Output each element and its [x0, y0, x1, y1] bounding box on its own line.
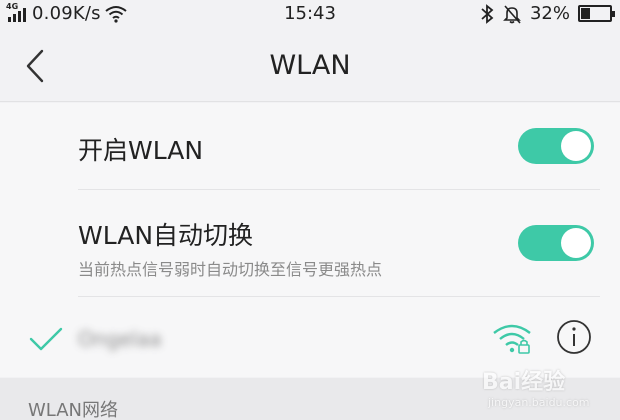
battery-percent: 32% — [529, 3, 570, 24]
status-bar: 4G 0.09K/s 15:43 32% — [0, 0, 620, 30]
battery-icon — [578, 5, 615, 22]
wlan-toggle-label: 开启WLAN — [78, 136, 204, 165]
page-title: WLAN — [269, 50, 351, 81]
auto-switch-subtitle: 当前热点信号弱时自动切换至信号更强热点 — [78, 260, 383, 279]
bluetooth-icon — [481, 3, 494, 24]
section-title: WLAN网络 — [28, 400, 119, 420]
wifi-locked-icon[interactable] — [492, 321, 532, 355]
switch-knob — [561, 131, 591, 161]
battery-fill — [581, 8, 590, 19]
status-right: 32% — [480, 3, 615, 24]
wlan-switch[interactable] — [518, 128, 594, 164]
wlan-toggle-row[interactable]: 开启WLAN — [0, 103, 620, 189]
info-icon[interactable] — [556, 319, 592, 355]
baidu-watermark: Bai经验 jingyan.baidu.com — [478, 360, 618, 420]
watermark-text: Bai经验 — [482, 370, 566, 395]
auto-switch-row[interactable]: WLAN自动切换 当前热点信号弱时自动切换至信号更强热点 — [0, 190, 620, 296]
auto-switch-switch[interactable] — [518, 225, 594, 261]
network-ssid: Ongelaa — [78, 327, 162, 351]
switch-knob — [561, 228, 591, 258]
watermark-subtext: jingyan.baidu.com — [488, 396, 590, 409]
nav-bar: WLAN — [0, 30, 620, 102]
checkmark-icon — [29, 327, 63, 351]
auto-switch-label: WLAN自动切换 — [78, 221, 254, 250]
settings-card: 开启WLAN WLAN自动切换 当前热点信号弱时自动切换至信号更强热点 Onge… — [0, 103, 620, 377]
mute-bell-icon — [503, 4, 521, 24]
